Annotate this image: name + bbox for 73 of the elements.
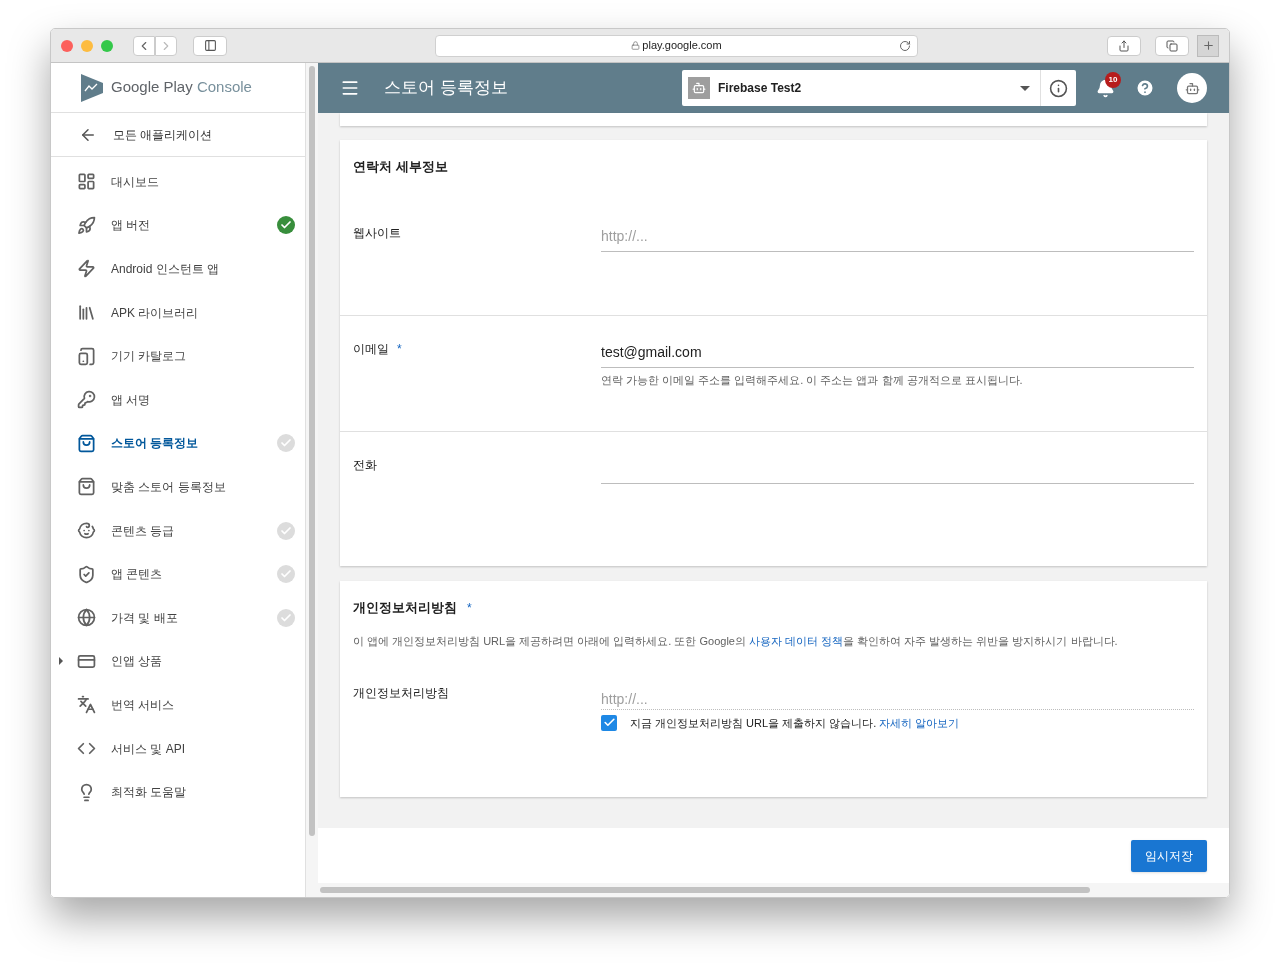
sidebar-item[interactable]: 콘텐츠 등급 (111, 521, 277, 540)
checkbox[interactable] (601, 714, 617, 731)
section-title: 개인정보처리방침 (353, 600, 457, 615)
sidebar-item[interactable]: 번역 서비스 (111, 695, 295, 714)
sidebar-item[interactable]: 인앱 상품 (111, 652, 295, 671)
privacy-description: 이 앱에 개인정보처리방침 URL을 제공하려면 아래에 입력하세요. 또한 Google의 사용자 데이터 정책을 확인하여 자주 발생하는 위반을 방지하시기 바랍니다. (353, 634, 1119, 649)
text-field[interactable]: test@gmail.com (601, 328, 1194, 368)
sidebar-item[interactable]: 대시보드 (111, 172, 295, 191)
url-text: play.google.com (642, 38, 722, 54)
sidebar-item[interactable]: 기기 카탈로그 (111, 347, 295, 366)
app-name: Firebase Test2 (718, 80, 803, 97)
reload-icon[interactable] (899, 39, 911, 52)
dashboard-icon (77, 172, 96, 192)
rocket-icon (77, 215, 96, 235)
save-button[interactable]: 임시저장 (1131, 839, 1207, 872)
learn-more-link[interactable]: 자세히 알아보기 (879, 714, 960, 731)
library-icon (77, 303, 96, 323)
sidebar-item[interactable]: 스토어 등록정보 (111, 434, 277, 453)
sidebar-item[interactable]: Android 인스턴트 앱 (111, 260, 295, 278)
sidebar-item[interactable]: 최적화 도움말 (111, 783, 295, 802)
page-title: 스토어 등록정보 (384, 77, 508, 100)
back-link[interactable]: 모든 애플리케이션 (51, 113, 305, 157)
back-button[interactable] (133, 35, 155, 56)
field-label: 이메일 (353, 342, 389, 356)
shield-icon (77, 564, 96, 584)
sidebar-item[interactable]: 앱 버전 (111, 216, 277, 235)
plus-icon (1201, 39, 1215, 52)
share-icon (1118, 39, 1130, 52)
tabs-icon (1166, 39, 1178, 52)
key-icon (77, 390, 96, 410)
required-mark: * (397, 342, 402, 356)
sidebar-item[interactable]: 가격 및 배포 (111, 608, 277, 627)
translate-icon (77, 695, 96, 715)
sidebar-item[interactable]: 앱 서명 (111, 390, 295, 409)
field-label: 전화 (353, 458, 377, 472)
policy-link[interactable]: 사용자 데이터 정책 (749, 635, 844, 647)
logo-icon (79, 73, 103, 102)
account-avatar[interactable] (1177, 73, 1207, 103)
tabs-button[interactable] (1155, 35, 1189, 56)
required-mark: * (467, 601, 472, 615)
dropdown-caret-icon (1020, 85, 1030, 91)
sidebar-toggle-button[interactable] (193, 35, 227, 56)
share-button[interactable] (1107, 35, 1141, 56)
text-field[interactable]: http://... (601, 212, 1194, 252)
section-title: 연락처 세부정보 (353, 159, 448, 174)
info-icon[interactable] (1049, 78, 1068, 98)
sidebar-icon (203, 39, 217, 52)
sidebar-item[interactable]: 맞춤 스토어 등록정보 (111, 477, 295, 496)
app-selector[interactable]: Firebase Test2 (682, 70, 1076, 106)
sidebar-item[interactable]: 서비스 및 API (111, 739, 295, 758)
checkbox-label: 지금 개인정보처리방침 URL을 제출하지 않습니다. (630, 715, 877, 731)
menu-icon[interactable] (340, 78, 360, 98)
bag-icon (77, 477, 96, 497)
field-hint: 연락 가능한 이메일 주소를 입력해주세요. 이 주소는 앱과 함께 공개적으로 표시됩니다. (601, 373, 1024, 388)
field-label: 웹사이트 (353, 226, 401, 240)
expand-arrow-icon[interactable] (59, 657, 63, 666)
text-field[interactable]: http://... (601, 679, 1194, 710)
scrollbar-thumb[interactable] (320, 887, 1090, 893)
lock-icon (631, 41, 641, 50)
notification-badge: 10 (1105, 71, 1121, 88)
globe-icon (77, 608, 96, 628)
sidebar-item[interactable]: 앱 콘텐츠 (111, 565, 277, 584)
address-bar[interactable]: play.google.com (435, 34, 918, 57)
child-icon (77, 521, 96, 541)
sidebar-item[interactable]: APK 라이브러리 (111, 303, 295, 322)
bolt-icon (77, 259, 96, 279)
help-icon[interactable] (1135, 78, 1155, 98)
brand-name: Google Play Console (111, 77, 252, 98)
bag-icon (77, 433, 96, 453)
field-label: 개인정보처리방침 (353, 685, 449, 700)
robot-icon (1184, 80, 1200, 96)
new-tab-button[interactable] (1197, 34, 1219, 57)
scrollbar-thumb[interactable] (309, 66, 315, 836)
